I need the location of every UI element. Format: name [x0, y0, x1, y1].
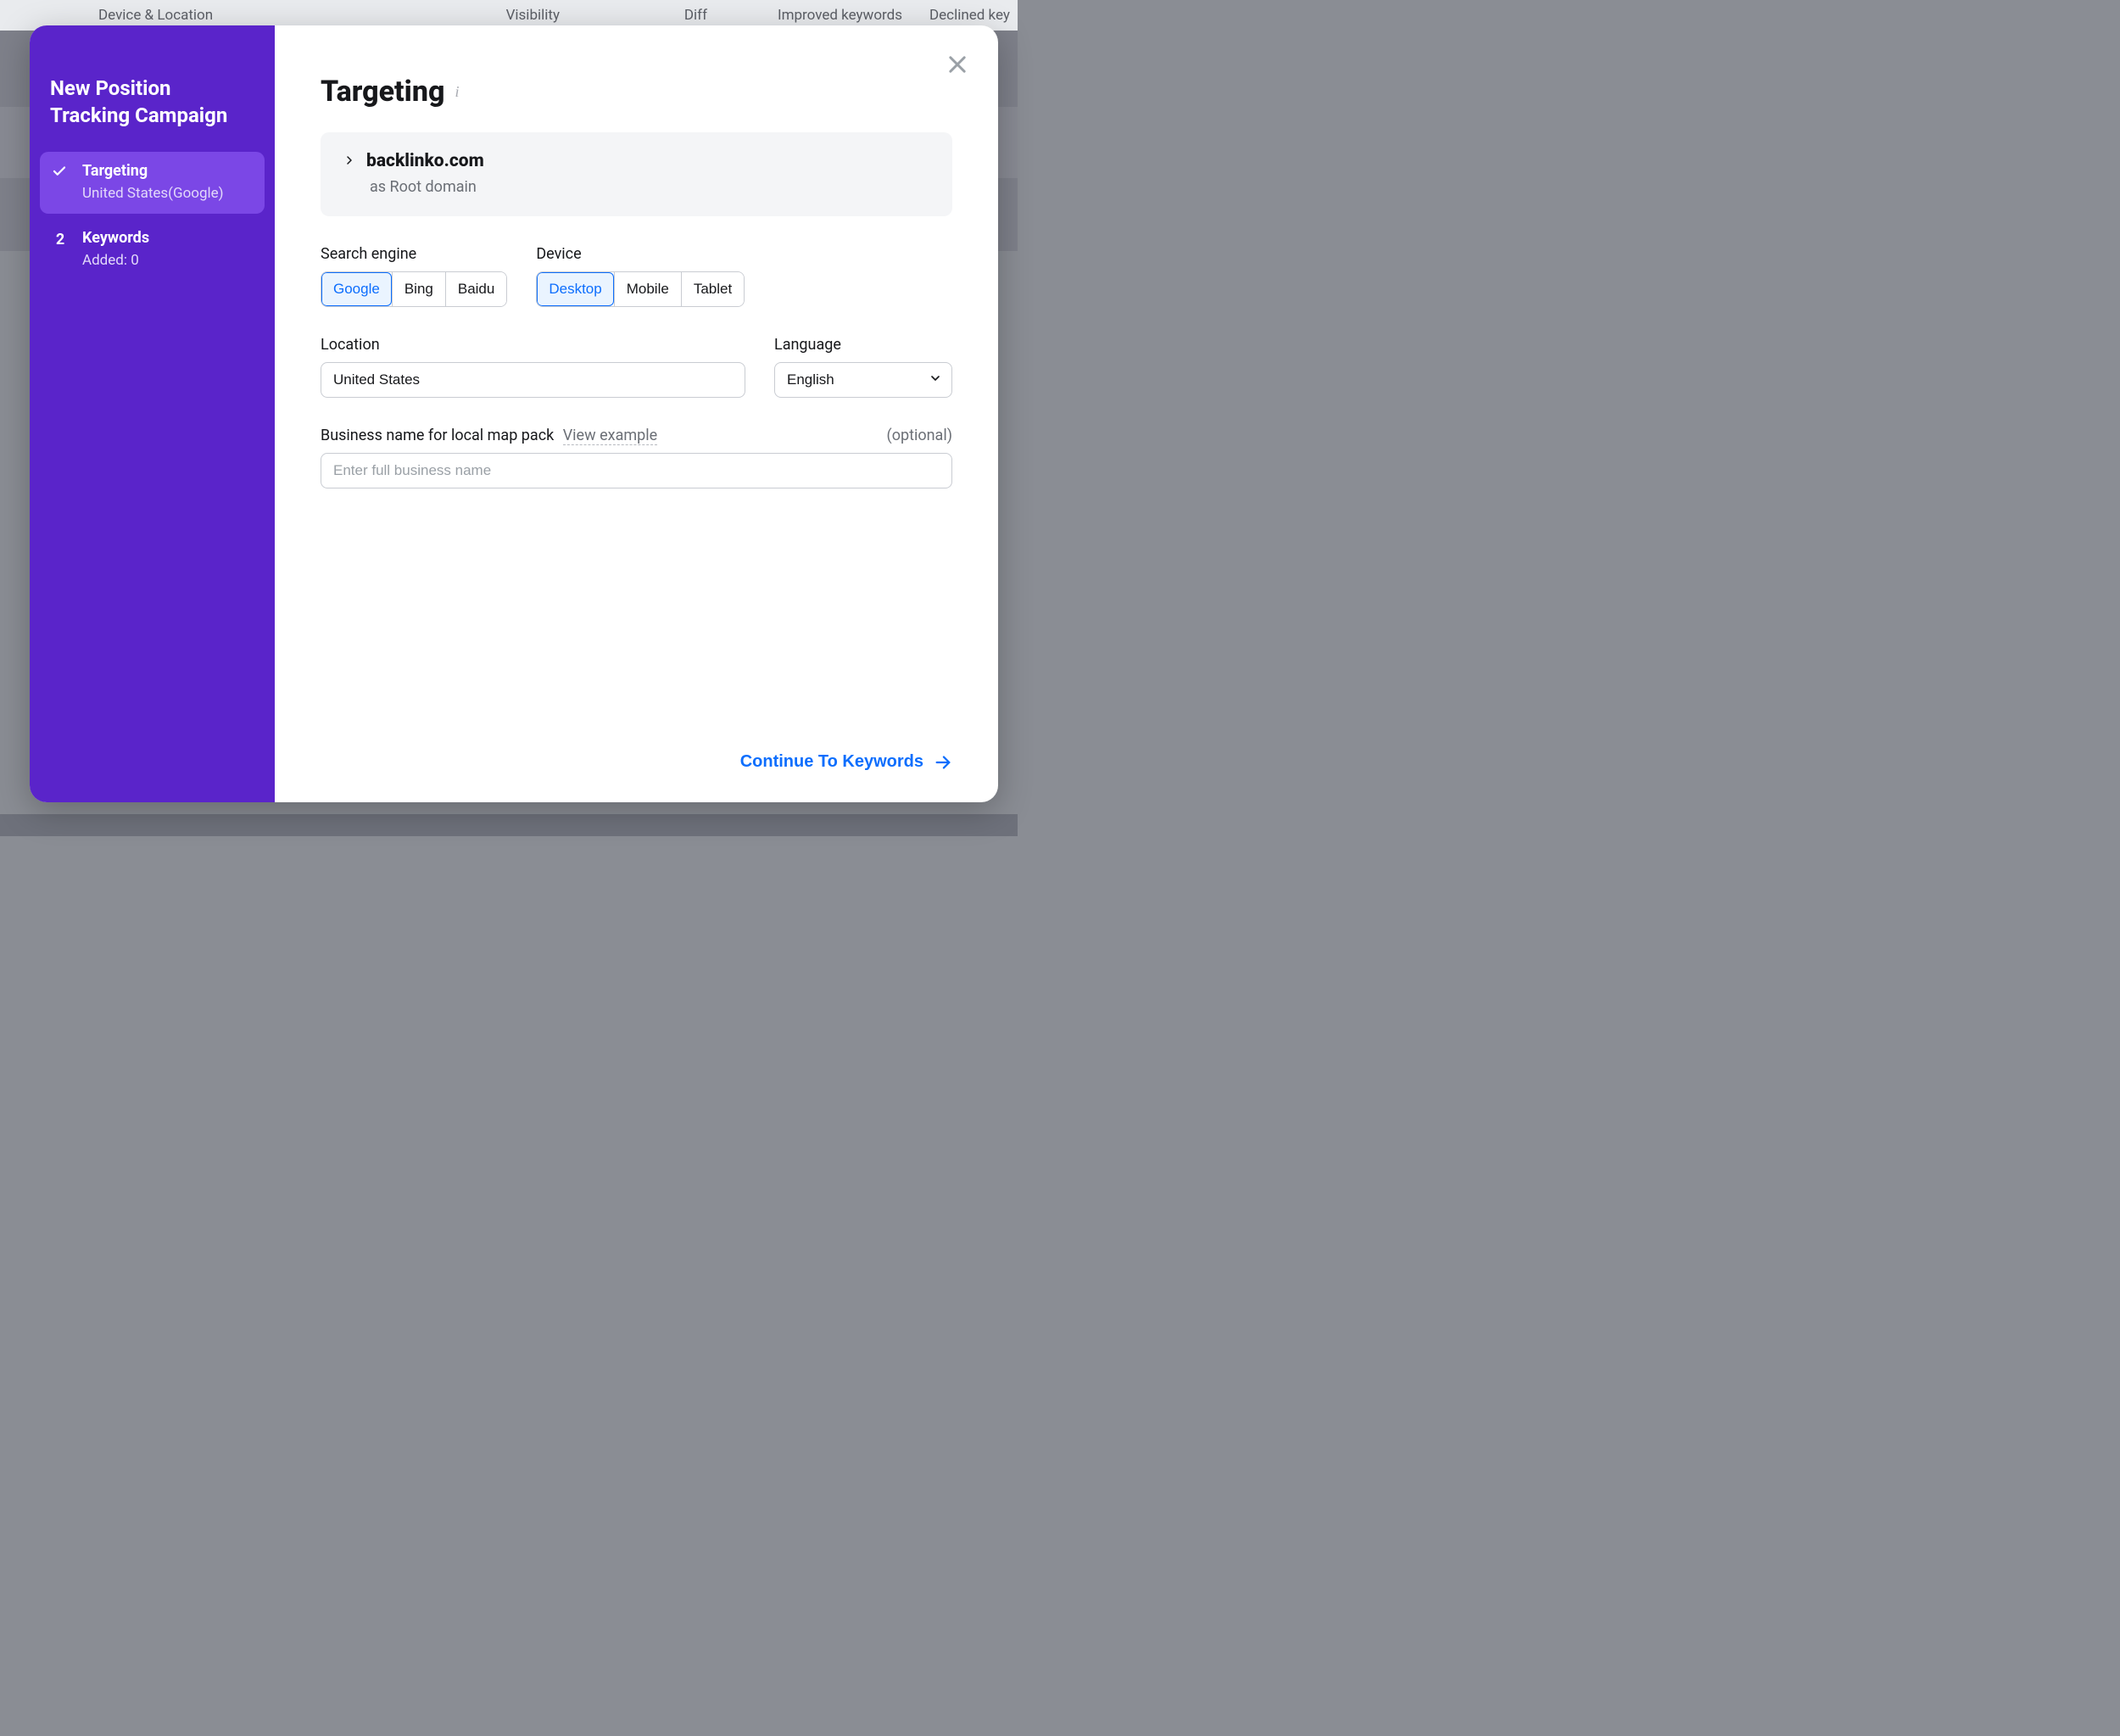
language-select[interactable] — [774, 362, 952, 398]
close-button[interactable] — [940, 47, 974, 81]
language-label: Language — [774, 336, 952, 354]
bg-col-device-location: Device & Location — [85, 7, 407, 24]
search-engine-option-google[interactable]: Google — [321, 272, 392, 306]
search-engine-option-bing[interactable]: Bing — [392, 272, 445, 306]
continue-button-label: Continue To Keywords — [740, 752, 923, 772]
view-example-link[interactable]: View example — [563, 427, 657, 445]
continue-button[interactable]: Continue To Keywords — [740, 752, 952, 772]
device-option-mobile[interactable]: Mobile — [614, 272, 681, 306]
device-option-tablet[interactable]: Tablet — [681, 272, 744, 306]
business-name-input[interactable] — [321, 453, 952, 488]
step-targeting-sub: United States(Google) — [82, 185, 253, 202]
device-option-desktop[interactable]: Desktop — [537, 272, 613, 306]
sidebar-step-targeting[interactable]: Targeting United States(Google) — [40, 152, 265, 214]
page-title: Targeting i — [321, 75, 952, 109]
location-group: Location — [321, 336, 745, 398]
info-icon[interactable]: i — [455, 83, 459, 101]
language-group: Language — [774, 336, 952, 398]
device-label: Device — [536, 245, 745, 263]
business-name-label-text: Business name for local map pack — [321, 427, 554, 444]
search-engine-segmented: Google Bing Baidu — [321, 271, 507, 307]
bg-col-diff: Diff — [594, 7, 721, 24]
sidebar-step-keywords[interactable]: 2 Keywords Added: 0 — [40, 219, 265, 281]
close-icon — [946, 53, 969, 76]
business-name-label: Business name for local map pack View ex… — [321, 427, 657, 444]
campaign-setup-modal: New Position Tracking Campaign Targeting… — [30, 25, 998, 802]
search-engine-group: Search engine Google Bing Baidu — [321, 245, 507, 307]
step-number: 2 — [52, 229, 69, 248]
step-keywords-label: Keywords — [82, 229, 253, 247]
page-title-text: Targeting — [321, 75, 444, 109]
arrow-right-icon — [934, 753, 952, 772]
device-group: Device Desktop Mobile Tablet — [536, 245, 745, 307]
bg-col-improved: Improved keywords — [721, 7, 916, 24]
domain-sub: as Root domain — [370, 178, 929, 196]
search-engine-label: Search engine — [321, 245, 507, 263]
optional-label: (optional) — [887, 427, 952, 444]
modal-sidebar: New Position Tracking Campaign Targeting… — [30, 25, 275, 802]
sidebar-title: New Position Tracking Campaign — [40, 75, 265, 152]
location-label: Location — [321, 336, 745, 354]
step-targeting-label: Targeting — [82, 162, 253, 180]
search-engine-option-baidu[interactable]: Baidu — [445, 272, 506, 306]
chevron-right-icon — [344, 154, 354, 170]
domain-card[interactable]: backlinko.com as Root domain — [321, 132, 952, 216]
bg-col-visibility: Visibility — [407, 7, 594, 24]
modal-main: Targeting i backlinko.com as Root domain… — [275, 25, 998, 802]
step-keywords-sub: Added: 0 — [82, 252, 253, 269]
check-icon — [52, 162, 69, 179]
bg-col-declined: Declined key — [916, 7, 1018, 24]
device-segmented: Desktop Mobile Tablet — [536, 271, 745, 307]
location-input[interactable] — [321, 362, 745, 398]
domain-name: backlinko.com — [366, 151, 484, 171]
